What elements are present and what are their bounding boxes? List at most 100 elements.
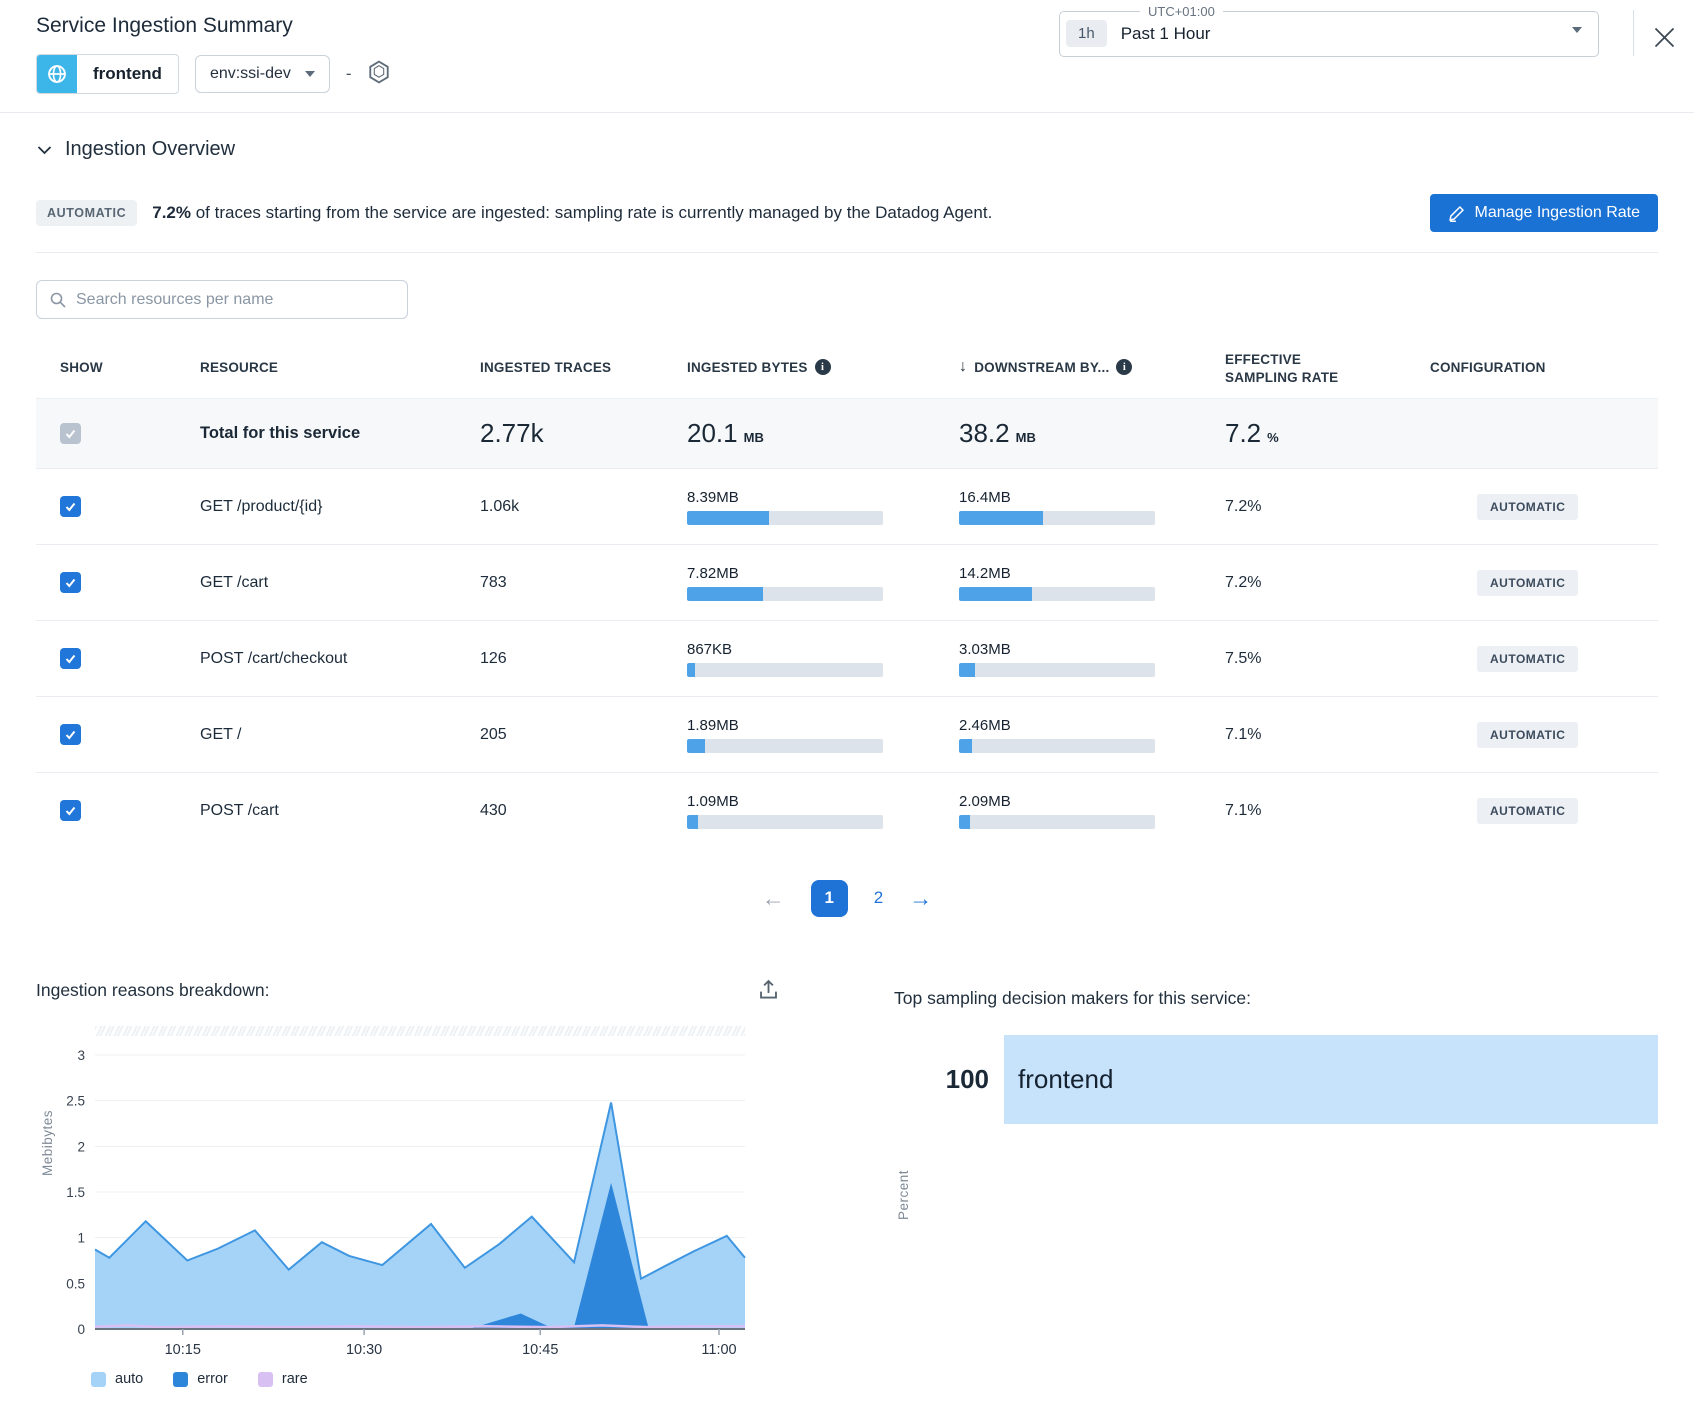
effective-sampling-rate-value: 7.5% xyxy=(1225,649,1262,667)
table-row: GET /product/{id} 1.06k 8.39MB 16.4MB 7.… xyxy=(36,468,1658,544)
chart-title: Ingestion reasons breakdown: xyxy=(36,980,270,1000)
search-input[interactable] xyxy=(76,290,395,309)
page-2-button[interactable]: 2 xyxy=(874,888,883,908)
env-selector[interactable]: env:ssi-dev xyxy=(194,55,330,93)
resource-name[interactable]: GET /cart xyxy=(200,574,480,592)
frontend-bar[interactable]: frontend xyxy=(1004,1035,1658,1124)
column-show[interactable]: SHOW xyxy=(36,360,200,375)
downstream-bytes-value: 3.03MB xyxy=(959,640,1011,658)
next-page-arrow[interactable]: → xyxy=(909,885,932,912)
ingested-bytes-bar xyxy=(687,586,883,601)
ingested-traces-value: 126 xyxy=(480,649,507,667)
svg-text:2: 2 xyxy=(77,1139,85,1154)
timezone-label: UTC+01:00 xyxy=(1148,4,1215,19)
export-icon[interactable] xyxy=(757,978,780,1006)
bar-label: frontend xyxy=(1018,1064,1114,1094)
ingested-traces-value: 783 xyxy=(480,573,507,591)
area-chart-canvas[interactable]: 0 0.5 1 1.5 2 2.5 3 10:15 10:30 10:45 11:00 xyxy=(36,1044,780,1360)
row-checkbox[interactable] xyxy=(60,799,81,821)
row-checkbox[interactable] xyxy=(60,647,81,669)
total-ingested-bytes: 20.1 MB xyxy=(687,418,764,448)
ingestion-rate-value: 7.2% xyxy=(152,203,191,222)
y-axis-label: Percent xyxy=(896,1170,911,1221)
ingested-bytes-value: 8.39MB xyxy=(687,488,739,506)
legend-rare-swatch xyxy=(257,1371,273,1387)
resource-name[interactable]: POST /cart/checkout xyxy=(200,650,480,668)
resource-name[interactable]: GET /product/{id} xyxy=(200,498,480,516)
svg-text:10:15: 10:15 xyxy=(165,1342,201,1358)
row-checkbox[interactable] xyxy=(60,723,81,745)
column-effective-sampling-rate[interactable]: EFFECTIVE SAMPLING RATE xyxy=(1225,347,1375,387)
legend-error[interactable]: error xyxy=(173,1371,228,1387)
ingested-bytes-bar xyxy=(687,738,883,753)
column-configuration[interactable]: CONFIGURATION xyxy=(1430,360,1658,375)
section-ingestion-overview-toggle[interactable]: Ingestion Overview xyxy=(36,138,1658,161)
ingested-bytes-value: 1.89MB xyxy=(687,716,739,734)
svg-text:10:30: 10:30 xyxy=(346,1342,382,1358)
page-1-button[interactable]: 1 xyxy=(810,879,848,917)
configuration-badge: AUTOMATIC xyxy=(1477,493,1579,520)
column-downstream-bytes[interactable]: ↓ DOWNSTREAM BY... i xyxy=(959,358,1225,376)
chart-legend: auto error rare xyxy=(36,1371,780,1387)
manage-ingestion-rate-button[interactable]: Manage Ingestion Rate xyxy=(1429,194,1658,232)
env-selector-value: env:ssi-dev xyxy=(209,65,291,82)
table-row: POST /cart/checkout 126 867KB 3.03MB 7.5… xyxy=(36,620,1658,696)
row-checkbox[interactable] xyxy=(60,495,81,517)
downstream-bytes-value: 14.2MB xyxy=(959,564,1011,582)
env-separator: - xyxy=(345,64,352,83)
legend-rare[interactable]: rare xyxy=(257,1371,308,1387)
ingested-traces-value: 205 xyxy=(480,725,507,743)
svg-text:1: 1 xyxy=(77,1231,85,1246)
total-sampling-rate: 7.2% xyxy=(1225,418,1279,448)
info-icon[interactable]: i xyxy=(814,359,831,375)
y-axis-label: Mebibytes xyxy=(40,1110,55,1177)
column-ingested-traces[interactable]: INGESTED TRACES xyxy=(480,360,687,375)
total-checkbox[interactable] xyxy=(60,422,81,444)
page-title: Service Ingestion Summary xyxy=(36,14,293,37)
effective-sampling-rate-value: 7.1% xyxy=(1225,725,1262,743)
hexagon-icon xyxy=(368,60,390,89)
globe-icon xyxy=(37,55,77,93)
svg-text:2.5: 2.5 xyxy=(66,1094,85,1109)
total-traces: 2.77k xyxy=(480,418,544,448)
ingested-bytes-value: 867KB xyxy=(687,640,733,658)
legend-auto[interactable]: auto xyxy=(91,1371,143,1387)
ingested-traces-value: 430 xyxy=(480,801,507,819)
previous-page-arrow[interactable]: ← xyxy=(762,885,785,912)
row-checkbox[interactable] xyxy=(60,571,81,593)
column-resource[interactable]: RESOURCE xyxy=(200,360,480,375)
service-chip[interactable]: frontend xyxy=(36,54,179,94)
ingested-traces-value: 1.06k xyxy=(480,497,520,515)
pagination: ← 1 2 → xyxy=(36,878,1658,918)
info-icon[interactable]: i xyxy=(1116,359,1133,375)
close-icon[interactable] xyxy=(1651,24,1678,56)
resource-name[interactable]: POST /cart xyxy=(200,802,480,820)
time-shortcut-chip[interactable]: 1h xyxy=(1066,20,1107,47)
automatic-badge: AUTOMATIC xyxy=(36,200,138,226)
configuration-badge: AUTOMATIC xyxy=(1477,569,1579,596)
table-row: GET / 205 1.89MB 2.46MB 7.1% AUTOMATIC xyxy=(36,696,1658,772)
table-header: SHOW RESOURCE INGESTED TRACES INGESTED B… xyxy=(36,336,1658,398)
table-row: POST /cart 430 1.09MB 2.09MB 7.1% AUTOMA… xyxy=(36,772,1658,848)
resource-search[interactable] xyxy=(36,280,408,319)
svg-text:3: 3 xyxy=(77,1048,85,1063)
pencil-icon xyxy=(1448,205,1464,222)
partial-data-hatch xyxy=(95,1026,745,1036)
configuration-badge: AUTOMATIC xyxy=(1477,797,1579,824)
ingested-bytes-bar xyxy=(687,662,883,677)
app-header: Service Ingestion Summary frontend env:s… xyxy=(0,0,1694,113)
column-ingested-bytes[interactable]: INGESTED BYTES i xyxy=(687,359,959,375)
section-title: Ingestion Overview xyxy=(65,138,236,160)
search-icon xyxy=(50,292,66,308)
configuration-badge: AUTOMATIC xyxy=(1477,645,1579,672)
table-row: GET /cart 783 7.82MB 14.2MB 7.2% AUTOMAT… xyxy=(36,544,1658,620)
legend-auto-swatch xyxy=(91,1371,106,1387)
time-range-picker[interactable]: UTC+01:00 1h Past 1 Hour xyxy=(1059,4,1599,57)
resource-name[interactable]: GET / xyxy=(200,726,480,744)
svg-text:10:45: 10:45 xyxy=(522,1342,558,1358)
ingested-bytes-bar xyxy=(687,814,883,829)
svg-text:0: 0 xyxy=(77,1322,85,1337)
ingested-bytes-bar xyxy=(687,510,883,525)
downstream-bytes-bar xyxy=(959,586,1155,601)
ingested-bytes-value: 7.82MB xyxy=(687,564,739,582)
